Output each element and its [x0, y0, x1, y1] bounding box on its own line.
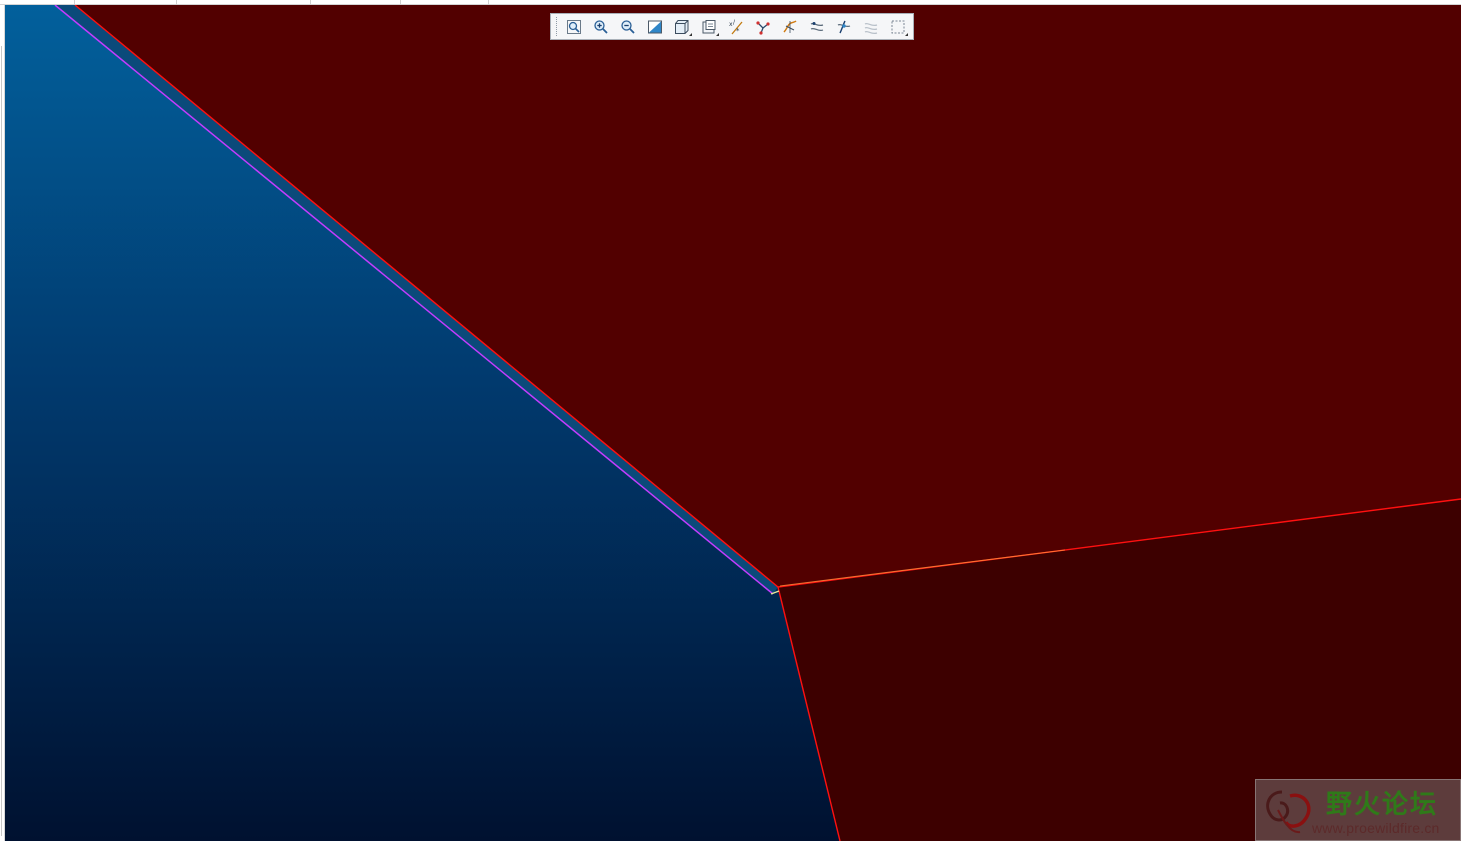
zoom-out-icon — [620, 19, 635, 34]
refit-icon — [566, 19, 581, 34]
graphics-viewport[interactable]: x / * 野火论坛 www.proewildfire.cn — [5, 5, 1461, 841]
svg-text:/: / — [733, 19, 736, 26]
annotation-display-button[interactable] — [750, 15, 775, 38]
saved-orientations-icon — [702, 19, 715, 33]
csys-display-icon — [864, 22, 877, 34]
zoom-out-button[interactable] — [615, 15, 640, 38]
model-surface-upper[interactable] — [75, 5, 1461, 587]
plane-display-button[interactable] — [777, 15, 802, 38]
toolbar-grip[interactable] — [556, 17, 559, 36]
model-scene[interactable] — [5, 5, 1461, 841]
forum-watermark: 野火论坛 www.proewildfire.cn — [1255, 779, 1461, 841]
datum-display-button[interactable]: x / * — [723, 15, 748, 38]
forum-logo-icon — [1266, 790, 1311, 834]
zoom-in-icon — [593, 19, 608, 34]
csys-display-button[interactable] — [858, 15, 883, 38]
watermark-title: 野火论坛 — [1326, 790, 1439, 820]
saved-orientations-button[interactable] — [696, 15, 721, 38]
display-style-button[interactable] — [669, 15, 694, 38]
repaint-icon — [647, 20, 662, 33]
svg-text:*: * — [736, 27, 740, 35]
display-style-icon — [674, 19, 688, 34]
repaint-button[interactable] — [642, 15, 667, 38]
zoom-in-button[interactable] — [588, 15, 613, 38]
axis-display-icon — [810, 21, 823, 31]
spin-center-button[interactable] — [885, 15, 910, 38]
point-display-icon — [837, 20, 850, 33]
datum-display-icon: x / * — [729, 19, 742, 35]
point-display-button[interactable] — [831, 15, 856, 38]
cad-application-window: x / * 野火论坛 www.proewildfire.cn — [0, 0, 1461, 841]
graphics-toolbar: x / * — [550, 13, 914, 40]
left-frame-line — [1, 46, 2, 836]
refit-button[interactable] — [561, 15, 586, 38]
annotation-display-icon — [755, 20, 770, 35]
spin-center-icon — [891, 20, 904, 33]
watermark-url: www.proewildfire.cn — [1312, 820, 1440, 836]
plane-display-icon — [782, 19, 797, 33]
axis-display-button[interactable] — [804, 15, 829, 38]
